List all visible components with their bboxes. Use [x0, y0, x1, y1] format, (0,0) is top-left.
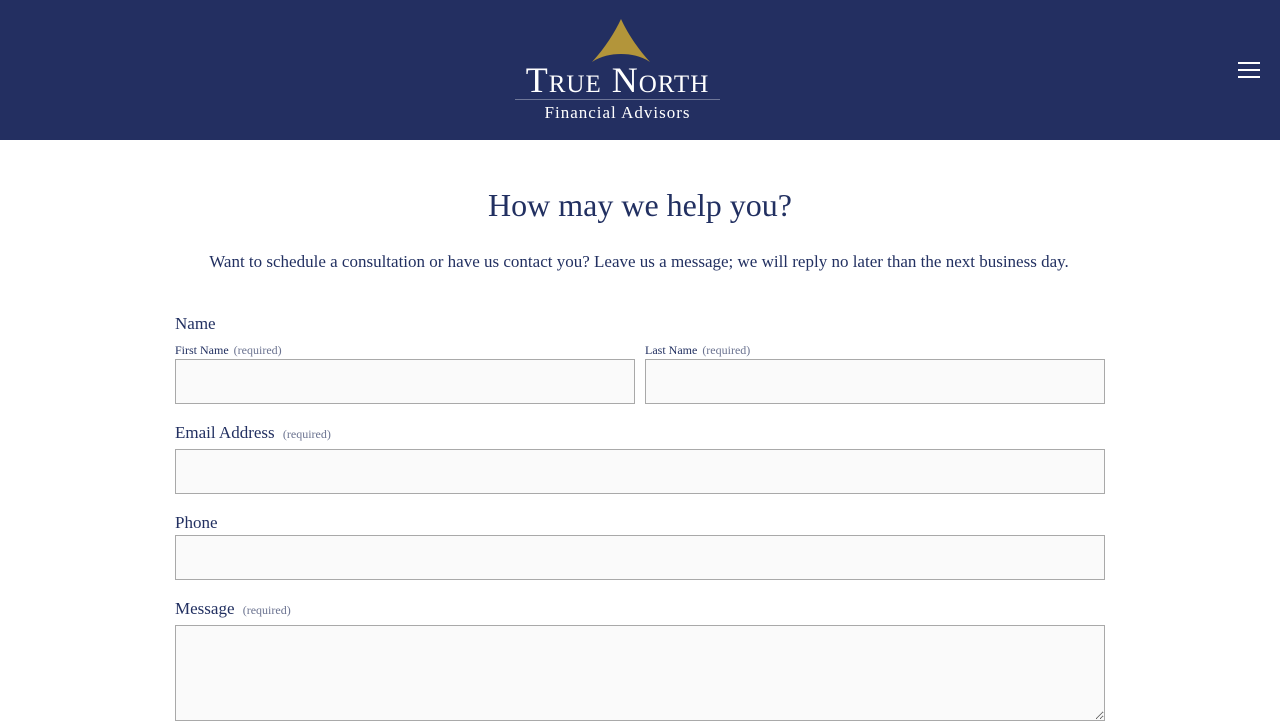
phone-label: Phone: [175, 513, 218, 532]
required-note: (required): [242, 603, 291, 617]
logo-subtitle: Financial Advisors: [544, 103, 691, 122]
email-label-text: Email Address: [175, 423, 275, 442]
last-name-input[interactable]: [645, 359, 1105, 404]
required-note: (required): [702, 343, 751, 357]
first-name-label: First Name (required): [175, 342, 282, 358]
email-label: Email Address (required): [175, 422, 331, 445]
message-label: Message (required): [175, 598, 291, 621]
site-logo[interactable]: True North Financial Advisors: [505, 18, 730, 128]
mountain-peak-icon: [592, 19, 650, 62]
required-note: (required): [282, 427, 331, 441]
page-title: How may we help you?: [488, 187, 792, 223]
required-note: (required): [233, 343, 282, 357]
site-header: True North Financial Advisors: [0, 0, 1280, 140]
message-textarea[interactable]: [175, 625, 1105, 721]
name-label: Name: [175, 314, 216, 333]
menu-bar: [1238, 76, 1260, 78]
last-name-label: Last Name (required): [645, 342, 750, 358]
menu-bar: [1238, 69, 1260, 71]
phone-input[interactable]: [175, 535, 1105, 580]
logo-divider: [515, 99, 720, 100]
hamburger-menu-icon[interactable]: [1230, 56, 1268, 84]
last-name-label-text: Last Name: [645, 343, 698, 357]
email-input[interactable]: [175, 449, 1105, 494]
menu-bar: [1238, 62, 1260, 64]
message-label-text: Message: [175, 599, 235, 618]
first-name-label-text: First Name: [175, 343, 229, 357]
first-name-input[interactable]: [175, 359, 635, 404]
logo-title: True North: [525, 60, 710, 100]
intro-text: Want to schedule a consultation or have …: [209, 252, 1069, 271]
contact-section: How may we help you? Want to schedule a …: [0, 140, 1280, 721]
